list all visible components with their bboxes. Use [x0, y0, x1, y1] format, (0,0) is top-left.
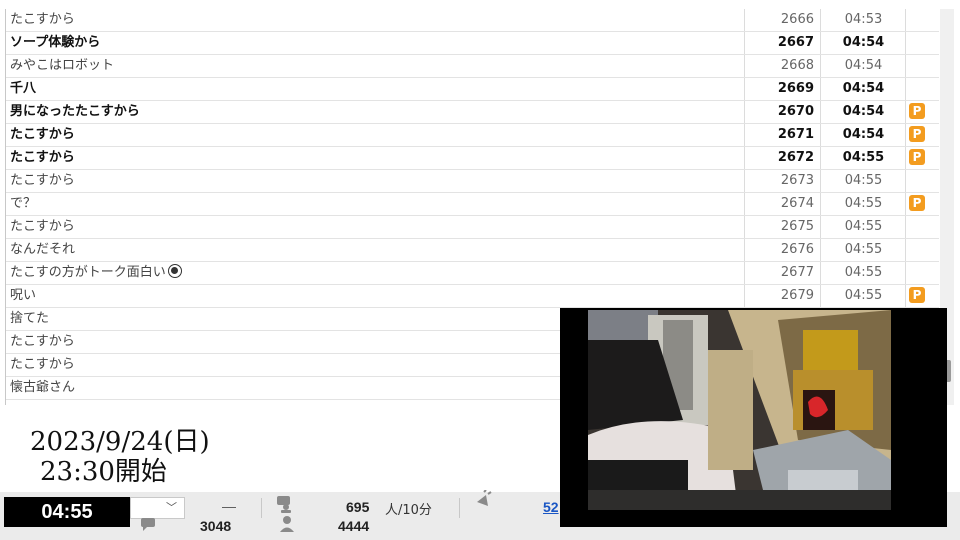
- comment-row[interactable]: たこすから 2666 04:53: [6, 9, 939, 32]
- premium-badge-icon: P: [909, 126, 925, 142]
- premium-badge-icon: P: [909, 287, 925, 303]
- broadcast-start: 23:30開始: [40, 457, 167, 487]
- premium-cell: P: [905, 101, 939, 123]
- premium-cell: [905, 78, 939, 100]
- chevron-down-icon[interactable]: ﹀: [166, 499, 177, 515]
- comment-number: 2667: [744, 32, 820, 54]
- comment-number: 2672: [744, 147, 820, 169]
- premium-cell: [905, 32, 939, 54]
- comment-row[interactable]: 千八 2669 04:54: [6, 78, 939, 101]
- comment-row[interactable]: 呪い 2679 04:55 P: [6, 285, 939, 308]
- comment-text: たこすの方がトーク面白い: [10, 262, 182, 284]
- comment-number: 2669: [744, 78, 820, 100]
- comment-time: 04:54: [820, 124, 906, 146]
- comment-text: たこすから: [10, 173, 75, 188]
- comment-number: 2670: [744, 101, 820, 123]
- premium-badge-icon: P: [909, 149, 925, 165]
- comment-row[interactable]: たこすから 2673 04:55: [6, 170, 939, 193]
- video-feed-image: [588, 310, 891, 510]
- comment-text: たこすから: [10, 127, 75, 142]
- comment-number: 2671: [744, 124, 820, 146]
- comment-text: 千八: [10, 81, 37, 96]
- comment-count: 3048: [200, 518, 232, 534]
- premium-cell: [905, 239, 939, 261]
- comment-time: 04:53: [820, 9, 906, 31]
- premium-cell: [905, 9, 939, 31]
- comment-row[interactable]: たこすから 2675 04:55: [6, 216, 939, 239]
- comment-text: 男になったたこすから: [10, 104, 140, 119]
- comment-text: たこすから: [10, 357, 75, 372]
- premium-cell: [905, 170, 939, 192]
- premium-badge-icon: P: [909, 103, 925, 119]
- premium-cell: [905, 55, 939, 77]
- video-player[interactable]: [560, 308, 947, 527]
- premium-cell: P: [905, 147, 939, 169]
- premium-badge-icon: P: [909, 195, 925, 211]
- comment-time: 04:54: [820, 55, 906, 77]
- comment-text: ソープ体験から: [10, 35, 101, 50]
- comment-number: 2675: [744, 216, 820, 238]
- premium-cell: P: [905, 285, 939, 307]
- viewer-rate-value: 695: [346, 499, 370, 515]
- comment-row[interactable]: たこすから 2671 04:54 P: [6, 124, 939, 147]
- comment-row[interactable]: ソープ体験から 2667 04:54: [6, 32, 939, 55]
- comment-text: たこすから: [10, 150, 75, 165]
- comment-text: なんだそれ: [10, 242, 76, 257]
- comment-number: 2666: [744, 9, 820, 31]
- comment-text: たこすから: [10, 219, 75, 234]
- comment-time: 04:54: [820, 101, 906, 123]
- comment-text: たこすから: [10, 12, 75, 27]
- comment-row[interactable]: 男になったたこすから 2670 04:54 P: [6, 101, 939, 124]
- comment-time: 04:55: [820, 285, 906, 307]
- comment-text: 呪い: [10, 288, 37, 303]
- comment-row[interactable]: なんだそれ 2676 04:55: [6, 239, 939, 262]
- comment-time: 04:55: [820, 193, 906, 215]
- comment-text: 懐古爺さん: [10, 380, 76, 395]
- comment-time: 04:54: [820, 32, 906, 54]
- elapsed-clock: 04:55: [4, 497, 130, 527]
- comment-text: みやこはロボット: [10, 58, 115, 73]
- premium-cell: [905, 216, 939, 238]
- comment-number: 2673: [744, 170, 820, 192]
- comment-row[interactable]: たこすの方がトーク面白い 2677 04:55: [6, 262, 939, 285]
- comment-number: 2674: [744, 193, 820, 215]
- visitor-count: 4444: [338, 518, 370, 534]
- premium-cell: [905, 262, 939, 284]
- comment-time: 04:55: [820, 147, 906, 169]
- premium-cell: P: [905, 193, 939, 215]
- comment-text: 捨てた: [10, 311, 50, 326]
- broadcast-date: 2023/9/24(日): [30, 427, 210, 457]
- comment-time: 04:55: [820, 239, 906, 261]
- comment-icon: [141, 518, 155, 531]
- viewer-rate-unit: 人/10分: [385, 503, 432, 518]
- comment-time: 04:55: [820, 216, 906, 238]
- dash-value: —: [222, 498, 236, 514]
- smile-icon: [167, 264, 182, 278]
- separator: [459, 498, 460, 518]
- comment-number: 2677: [744, 262, 820, 284]
- ad-icon: [477, 490, 492, 506]
- comment-row[interactable]: で？ 2674 04:55 P: [6, 193, 939, 216]
- comment-text: で？: [10, 196, 37, 211]
- comment-number: 2668: [744, 55, 820, 77]
- comment-row[interactable]: みやこはロボット 2668 04:54: [6, 55, 939, 78]
- comment-time: 04:55: [820, 170, 906, 192]
- viewer-rate-icon: [277, 496, 291, 513]
- visitor-icon: [280, 516, 294, 532]
- comment-number: 2679: [744, 285, 820, 307]
- comment-row[interactable]: たこすから 2672 04:55 P: [6, 147, 939, 170]
- ad-points-link[interactable]: 52: [543, 499, 559, 515]
- comment-number: 2676: [744, 239, 820, 261]
- separator: [261, 498, 262, 518]
- premium-cell: P: [905, 124, 939, 146]
- comment-time: 04:54: [820, 78, 906, 100]
- comment-text: たこすから: [10, 334, 75, 349]
- comment-time: 04:55: [820, 262, 906, 284]
